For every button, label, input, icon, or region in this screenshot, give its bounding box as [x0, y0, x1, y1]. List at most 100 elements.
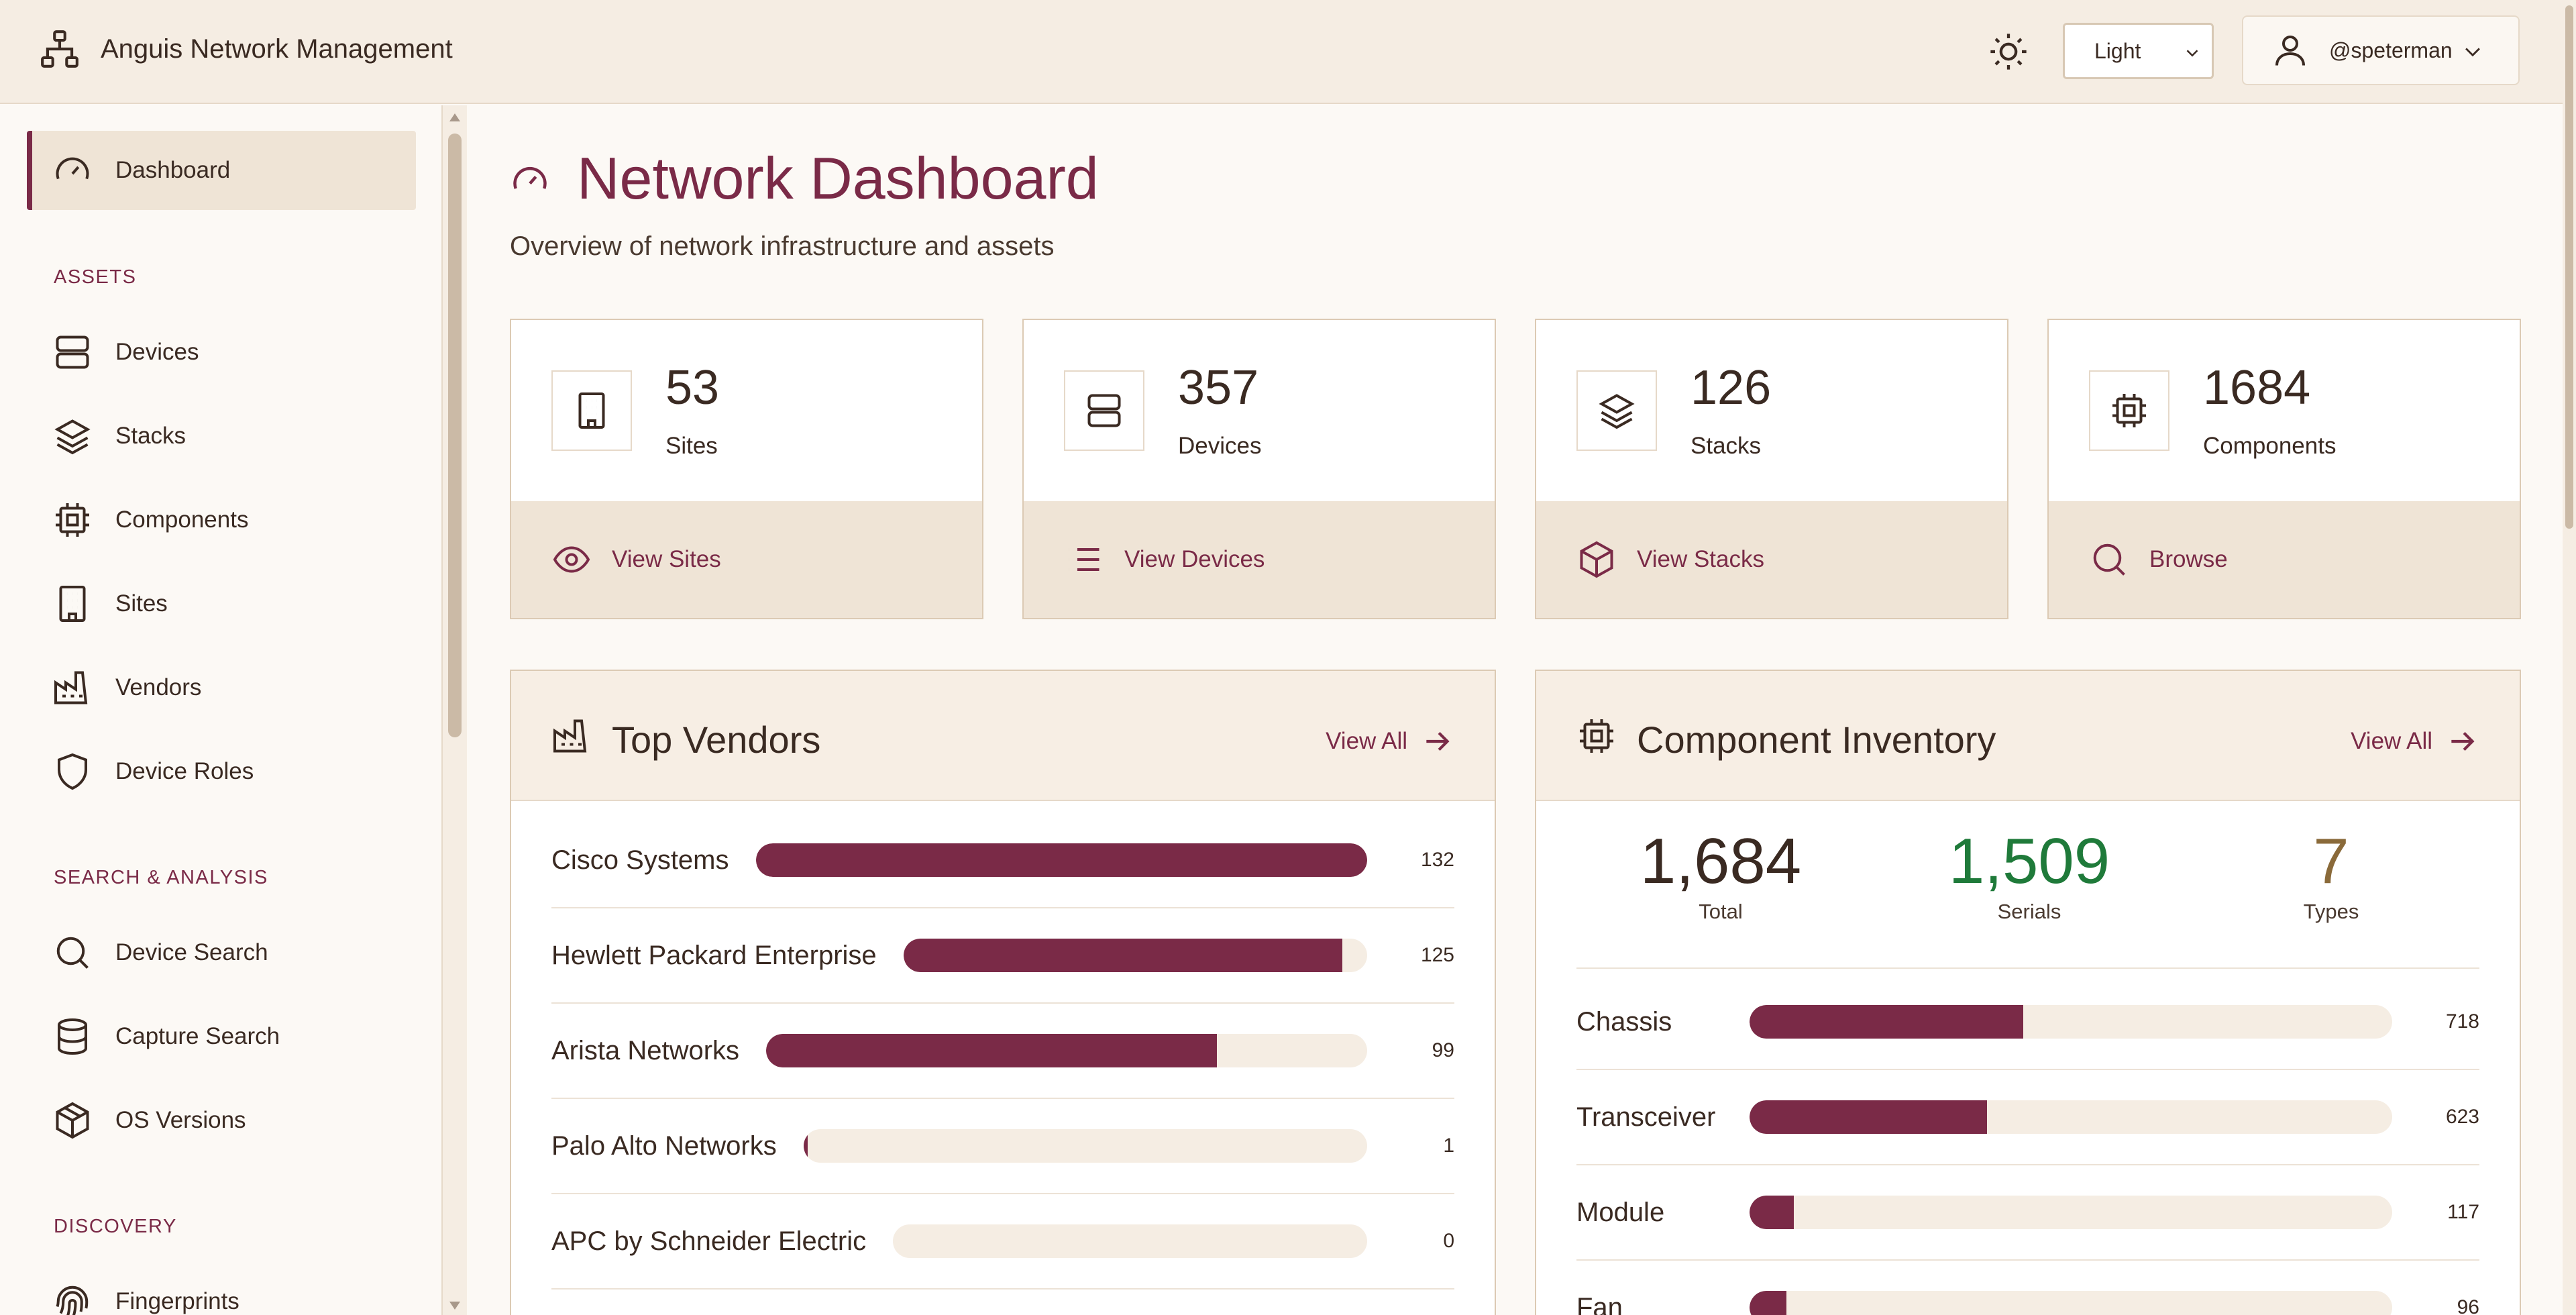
component-count: 718 [2445, 1010, 2479, 1033]
sidebar-scrollbar[interactable] [443, 105, 467, 1315]
component-type: Fan [1576, 1292, 1623, 1315]
panel-title: Top Vendors [612, 719, 821, 761]
component-type: Module [1576, 1197, 1665, 1227]
section-assets: ASSETS [54, 266, 137, 288]
panel-header: Top Vendors View All [511, 671, 1495, 801]
inventory-total: 1,684 Total [1633, 827, 1808, 924]
stat-value: 1684 [2203, 361, 2311, 415]
sidebar-item-devices[interactable]: Devices [27, 313, 416, 392]
component-row[interactable]: Module 117 [1576, 1165, 2479, 1261]
user-icon [2275, 36, 2305, 66]
vendor-bar-fill [903, 939, 1343, 972]
sidebar-item-label: Device Roles [115, 758, 254, 784]
server-icon [1087, 394, 1121, 427]
sidebar-item-vendors[interactable]: Vendors [27, 648, 416, 727]
browse-label: Browse [2149, 546, 2228, 572]
scroll-up-icon[interactable] [447, 111, 462, 124]
package-icon [1580, 541, 1613, 578]
sidebar-item-fingerprints[interactable]: Fingerprints [27, 1262, 416, 1315]
component-bar-fill [1750, 1196, 1794, 1229]
sidebar-item-capture-search[interactable]: Capture Search [27, 997, 416, 1076]
eye-icon [553, 546, 590, 573]
vendor-row[interactable]: APC by Schneider Electric 0 [551, 1194, 1454, 1290]
component-bar-fill [1750, 1100, 1988, 1134]
page-scrollbar-thumb[interactable] [2565, 5, 2573, 529]
view-devices-link[interactable]: View Devices [1024, 501, 1495, 618]
page-scrollbar[interactable] [2563, 0, 2576, 1315]
component-row[interactable]: Fan 96 [1576, 1261, 2479, 1315]
stat-icon-box [1064, 370, 1144, 451]
sidebar-item-label: Device Search [115, 939, 268, 965]
sidebar-item-sites[interactable]: Sites [27, 564, 416, 643]
page-title-row: Network Dashboard [510, 144, 1099, 213]
vendor-count: 0 [1443, 1230, 1454, 1252]
vendor-count: 99 [1432, 1039, 1454, 1061]
layers-icon [54, 419, 91, 455]
view-all-label: View All [1326, 728, 1407, 754]
component-row[interactable]: Chassis 718 [1576, 975, 2479, 1070]
app-title: Anguis Network Management [101, 34, 453, 64]
factory-icon [54, 671, 88, 704]
sidebar-item-label: Stacks [115, 423, 186, 449]
inventory-summary: 1,684 Total 1,509 Serials 7 Types [1576, 801, 2479, 969]
layers-icon [1599, 394, 1635, 429]
sidebar: Dashboard ASSETS Devices Stacks Componen… [0, 105, 443, 1315]
component-row[interactable]: Transceiver 623 [1576, 1070, 2479, 1165]
component-bar-track [1750, 1100, 2392, 1134]
view-all-components-link[interactable]: View All [2351, 725, 2479, 758]
sidebar-item-os-versions[interactable]: OS Versions [27, 1081, 416, 1160]
panel-header: Component Inventory View All [1536, 671, 2520, 801]
component-bar-track [1750, 1005, 2392, 1039]
inventory-serials-label: Serials [1997, 899, 2061, 923]
browse-components-link[interactable]: Browse [2049, 501, 2520, 618]
sidebar-item-label: Vendors [115, 674, 202, 700]
sidebar-item-dashboard[interactable]: Dashboard [27, 131, 416, 210]
section-discovery: DISCOVERY [54, 1216, 177, 1237]
vendor-bar-track [755, 843, 1367, 877]
view-all-vendors-link[interactable]: View All [1326, 725, 1454, 758]
vendor-row[interactable]: Palo Alto Networks 1 [551, 1099, 1454, 1194]
stat-card-stacks: 126 Stacks View Stacks [1535, 319, 2008, 619]
vendor-bar-fill [803, 1129, 808, 1163]
component-inventory-panel: Component Inventory View All 1,684 Total… [1535, 670, 2521, 1315]
sidebar-item-label: Sites [115, 590, 168, 617]
brand[interactable]: Anguis Network Management [39, 28, 453, 70]
page-subtitle: Overview of network infrastructure and a… [510, 231, 1055, 261]
vendor-bar-track [803, 1129, 1367, 1163]
vendor-row[interactable]: Arista Networks 99 [551, 1004, 1454, 1099]
top-vendors-panel: Top Vendors View All Cisco Systems 132 H… [510, 670, 1496, 1315]
view-stacks-link[interactable]: View Stacks [1536, 501, 2007, 618]
server-icon [56, 335, 89, 369]
gauge-icon [513, 166, 547, 189]
username: @speterman [2329, 38, 2453, 62]
vendor-bar-track [903, 939, 1367, 972]
view-sites-link[interactable]: View Sites [511, 501, 982, 618]
shield-icon [58, 753, 87, 790]
sidebar-scrollbar-thumb[interactable] [448, 134, 462, 737]
vendor-row[interactable]: Hewlett Packard Enterprise 125 [551, 908, 1454, 1004]
stat-label: Components [2203, 433, 2337, 459]
sidebar-item-stacks[interactable]: Stacks [27, 397, 416, 476]
arrow-right-icon [1426, 732, 1450, 751]
sidebar-item-device-roles[interactable]: Device Roles [27, 732, 416, 811]
inventory-serials: 1,509 Serials [1942, 825, 2116, 924]
theme-select[interactable]: Light [2063, 23, 2214, 79]
stat-icon-box [1576, 370, 1657, 451]
stat-card-sites: 53 Sites View Sites [510, 319, 983, 619]
inventory-total-label: Total [1699, 899, 1743, 923]
package-icon [56, 1102, 89, 1139]
sidebar-item-components[interactable]: Components [27, 480, 416, 560]
section-search-analysis: SEARCH & ANALYSIS [54, 867, 268, 888]
chevron-down-icon [2186, 50, 2198, 57]
view-all-label: View All [2351, 728, 2432, 754]
sidebar-item-device-search[interactable]: Device Search [27, 913, 416, 992]
chip-icon [2112, 394, 2146, 427]
sun-icon[interactable] [1987, 30, 2030, 73]
user-menu-button[interactable]: @speterman [2242, 15, 2520, 85]
top-header: Anguis Network Management Light @speterm… [0, 0, 2563, 104]
inventory-serials-value: 1,509 [1948, 825, 2110, 897]
factory-icon [553, 719, 587, 753]
component-bar-track [1750, 1291, 2392, 1315]
vendor-row[interactable]: Cisco Systems 132 [551, 813, 1454, 908]
scroll-down-icon[interactable] [447, 1299, 462, 1312]
